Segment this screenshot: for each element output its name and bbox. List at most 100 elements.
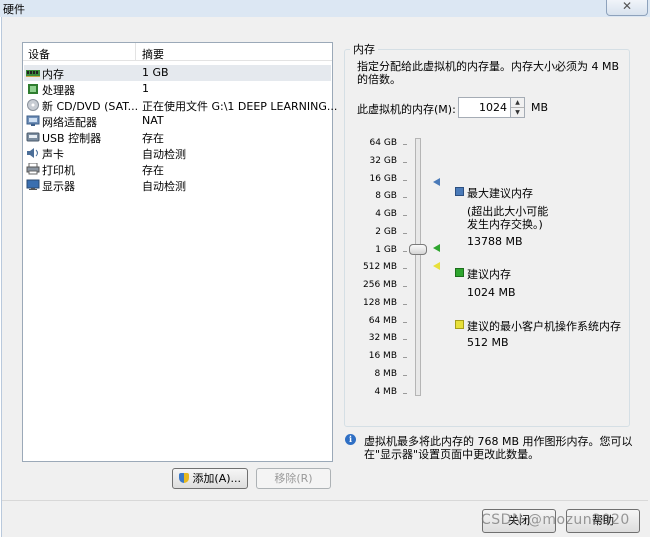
memory-scale-label: 2 GB [375,226,397,237]
hardware-item-label: 打印机 [42,164,75,177]
memory-spinner[interactable]: ▲ ▼ [510,97,525,118]
memory-description: 指定分配给此虚拟机的内存量。内存大小必须为 4 MB 的倍数。 [357,60,620,86]
hardware-item-label: 内存 [42,68,64,81]
hardware-item-label: 显示器 [42,180,75,193]
usb-icon [26,132,40,142]
remove-button-label: 移除(R) [274,472,313,485]
memory-scale-label: 4 GB [375,209,397,219]
memory-size-input[interactable]: 1024 [458,97,512,118]
hardware-item-label: USB 控制器 [42,132,102,145]
recommended-marker [433,244,440,252]
memory-scale-tick [403,357,407,358]
memory-icon [26,70,40,77]
hardware-list-header: 设备 摘要 [23,43,332,61]
memory-scale-label: 64 GB [369,138,397,148]
minimum-legend-swatch [455,320,464,329]
add-hardware-button[interactable]: 添加(A)... [172,468,248,489]
info-text-line2: 在"显示器"设置页面中更改此数量。 [364,448,540,461]
memory-group-title: 内存 [350,41,378,57]
memory-scale-label: 8 MB [374,368,397,379]
memory-scale-label: 4 MB [374,386,397,397]
footer-divider [2,500,648,501]
network-icon [26,115,40,126]
max-legend-note: (超出此大小可能发生内存交换。) [467,205,549,231]
memory-scale-tick [403,197,407,199]
memory-unit: MB [531,101,549,114]
memory-scale-label: 16 GB [369,173,397,184]
memory-scale-tick [403,374,407,376]
hardware-item-cd-dvd[interactable]: 新 CD/DVD (SAT... 正在使用文件 G:\1 DEEP LEARNI… [24,97,337,113]
hardware-item-processor[interactable]: 处理器 1 [24,81,331,97]
cd-dvd-icon [27,99,39,111]
memory-scale-label: 128 MB [363,297,397,308]
recommended-legend-label: 建议内存 [467,268,511,281]
max-legend-value: 13788 MB [467,235,523,248]
hardware-item-usb[interactable]: USB 控制器 存在 [24,129,331,145]
memory-field-label: 此虚拟机的内存(M): [357,103,456,116]
hardware-item-printer[interactable]: 打印机 存在 [24,161,331,177]
watermark: CSDN @mozun2020 [481,512,630,528]
memory-scale-tick [403,179,407,181]
cpu-icon [28,84,38,94]
max-legend-label: 最大建议内存 [467,187,533,200]
sound-icon [27,148,38,158]
hardware-item-label: 声卡 [42,148,64,161]
memory-scale-label: 16 MB [368,351,397,361]
chevron-up-icon[interactable]: ▲ [511,98,524,108]
chevron-down-icon[interactable]: ▼ [511,108,524,117]
memory-scale-tick [403,321,407,323]
hardware-item-summary: 自动检测 [142,180,186,193]
hardware-item-network[interactable]: 网络适配器 NAT [24,113,331,129]
memory-scale-label: 32 GB [369,155,397,166]
memory-scale-label: 8 GB [375,191,397,202]
hardware-item-sound[interactable]: 声卡 自动检测 [24,145,331,161]
hardware-item-summary: 正在使用文件 G:\1 DEEP LEARNING... [142,100,338,113]
memory-scale-tick [403,232,407,234]
hardware-item-label: 网络适配器 [42,116,97,129]
hardware-item-summary: 1 [142,82,149,95]
hardware-item-memory[interactable]: 内存 1 GB [24,65,331,81]
close-icon[interactable]: ✕ [606,0,648,16]
shield-icon [178,473,189,483]
column-summary[interactable]: 摘要 [142,46,164,62]
memory-scale-label: 32 MB [368,333,397,344]
memory-scale-tick [403,215,407,216]
hardware-item-display[interactable]: 显示器 自动检测 [24,177,331,193]
max-legend-swatch [455,187,464,196]
memory-scale-tick [403,339,407,341]
hardware-item-label: 新 CD/DVD (SAT... [42,100,139,113]
column-device[interactable]: 设备 [28,46,50,62]
info-icon: i [345,434,356,445]
memory-scale-tick [403,268,407,270]
hardware-item-label: 处理器 [42,84,75,97]
hardware-item-summary: 存在 [142,164,164,177]
recommended-legend-swatch [455,268,464,277]
memory-slider-thumb[interactable] [409,244,427,255]
memory-scale-tick [403,144,407,145]
max-recommended-marker [433,178,440,186]
memory-slider-track[interactable] [415,138,421,396]
minimum-legend-label: 建议的最小客户机操作系统内存 [467,320,621,333]
printer-icon [26,163,40,175]
minimum-legend-value: 512 MB [467,336,509,349]
title-bar [0,0,650,17]
add-button-label: 添加(A)... [192,472,242,485]
hardware-item-summary: 存在 [142,132,164,145]
memory-scale-label: 64 MB [368,315,397,326]
hardware-item-summary: NAT [142,114,164,127]
remove-hardware-button[interactable]: 移除(R) [256,468,331,489]
memory-scale-tick [403,286,407,287]
memory-scale-tick [403,161,407,163]
memory-scale-label: 256 MB [363,280,397,290]
memory-scale-tick [403,303,407,305]
window-title: 硬件 [3,3,25,16]
memory-scale-label: 512 MB [363,262,397,273]
memory-scale-tick [403,392,407,394]
memory-value: 1024 [479,101,507,114]
minimum-marker [433,262,440,270]
memory-scale-label: 1 GB [375,244,397,255]
recommended-legend-value: 1024 MB [467,286,516,299]
display-icon [26,179,40,190]
hardware-list[interactable]: 设备 摘要 内存 1 GB 处理器 1 新 CD/DVD (SAT... 正在使… [22,42,337,462]
hardware-item-summary: 1 GB [142,66,169,79]
